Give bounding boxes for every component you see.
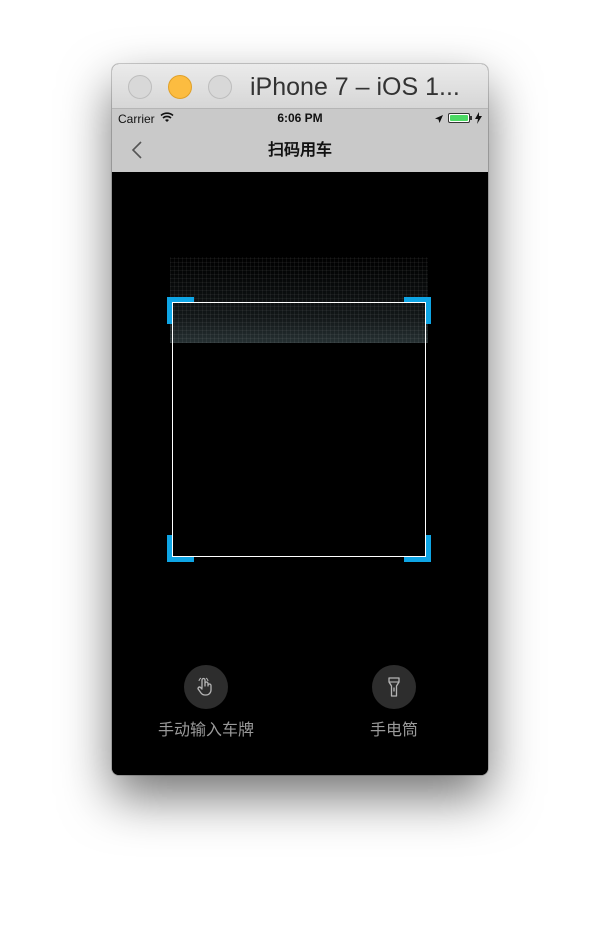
flashlight-icon [388, 677, 400, 697]
zoom-window-button[interactable] [208, 75, 232, 99]
flashlight-icon-circle[interactable] [372, 665, 416, 709]
scan-frame [172, 302, 426, 557]
scan-corner-bottom-left [167, 535, 194, 562]
battery-icon [448, 113, 470, 123]
close-window-button[interactable] [128, 75, 152, 99]
simulator-window: iPhone 7 – iOS 1... Carrier 6:06 PM 扫码用车… [112, 64, 488, 775]
window-title: iPhone 7 – iOS 1... [250, 73, 460, 101]
battery-level-fill [450, 115, 468, 121]
scan-corner-top-left [167, 297, 194, 324]
charging-bolt-icon [475, 112, 482, 127]
scan-corner-bottom-right [404, 535, 431, 562]
window-titlebar: iPhone 7 – iOS 1... [112, 64, 488, 109]
battery-cap [470, 116, 472, 120]
navigation-bar: 扫码用车 [112, 128, 488, 172]
scan-corner-top-right [404, 297, 431, 324]
manual-entry-label: 手动输入车牌 [157, 720, 254, 739]
manual-entry-button[interactable]: 手动输入车牌 [146, 665, 266, 740]
hand-tap-icon [197, 677, 212, 696]
location-arrow-icon [434, 113, 444, 127]
camera-preview: 手动输入车牌 手电筒 [112, 172, 488, 775]
flashlight-label: 手电筒 [369, 720, 418, 739]
flashlight-button[interactable]: 手电筒 [334, 665, 454, 740]
minimize-window-button[interactable] [168, 75, 192, 99]
status-time: 6:06 PM [277, 111, 323, 125]
status-bar: Carrier 6:06 PM [112, 109, 488, 128]
manual-entry-icon-circle[interactable] [184, 665, 228, 709]
page-title: 扫码用车 [267, 140, 332, 159]
